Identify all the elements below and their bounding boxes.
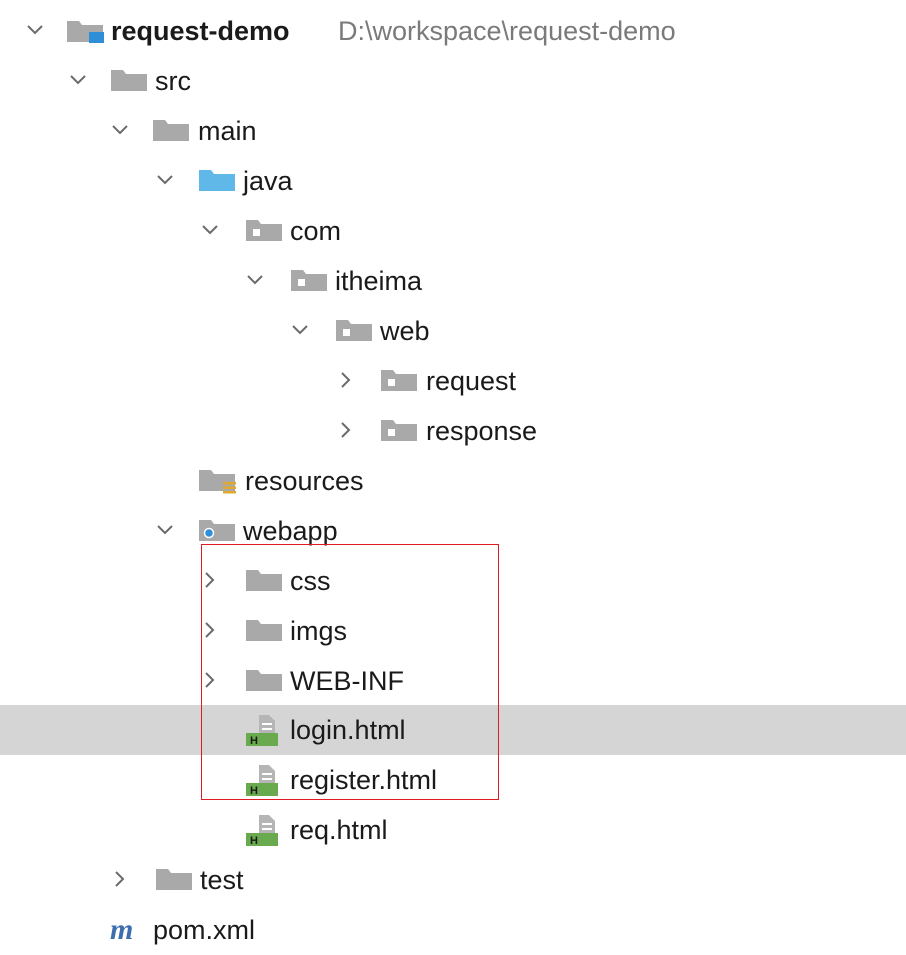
- html-file-icon: H: [245, 713, 278, 747]
- tree-row-test[interactable]: test: [0, 855, 906, 905]
- tree-row-resources[interactable]: resources: [0, 456, 906, 506]
- tree-label: src: [155, 66, 191, 96]
- tree-label: response: [426, 416, 538, 446]
- project-tree: request-demo D:\workspace\request-demo s…: [0, 0, 906, 949]
- chevron-down-icon[interactable]: [25, 20, 45, 40]
- svg-text:H: H: [250, 835, 258, 847]
- chevron-right-icon[interactable]: [200, 670, 220, 690]
- chevron-down-icon[interactable]: [200, 220, 220, 240]
- tree-label: com: [290, 216, 342, 246]
- tree-row-register-html[interactable]: H register.html: [0, 755, 906, 805]
- project-name: request-demo: [111, 16, 290, 46]
- folder-icon: [152, 118, 189, 142]
- chevron-right-icon[interactable]: [200, 620, 220, 640]
- tree-row-response[interactable]: response: [0, 406, 906, 456]
- tree-label: java: [243, 166, 293, 196]
- chevron-right-icon[interactable]: [200, 570, 220, 590]
- resources-folder-icon: [198, 468, 236, 494]
- tree-row-com[interactable]: com: [0, 206, 906, 256]
- tree-row-login-html[interactable]: H login.html: [0, 705, 906, 755]
- package-folder-icon: [245, 218, 282, 242]
- tree-label: imgs: [290, 616, 348, 646]
- tree-label: test: [200, 865, 244, 895]
- chevron-down-icon[interactable]: [68, 70, 88, 90]
- chevron-down-icon[interactable]: [110, 120, 130, 140]
- tree-label: css: [290, 566, 331, 596]
- folder-icon: [245, 568, 282, 592]
- tree-label: req.html: [290, 815, 388, 845]
- tree-label: register.html: [290, 765, 438, 795]
- package-folder-icon: [335, 318, 372, 342]
- module-folder-icon: [65, 18, 104, 43]
- chevron-down-icon[interactable]: [155, 520, 175, 540]
- tree-row-request[interactable]: request: [0, 356, 906, 406]
- chevron-right-icon[interactable]: [110, 869, 130, 889]
- tree-row-pom-xml[interactable]: m pom.xml: [0, 905, 906, 955]
- package-folder-icon: [380, 418, 417, 442]
- chevron-right-icon[interactable]: [336, 420, 356, 440]
- tree-label: pom.xml: [153, 915, 256, 945]
- folder-icon: [245, 668, 282, 692]
- project-path: D:\workspace\request-demo: [338, 16, 676, 46]
- tree-row-src[interactable]: src: [0, 56, 906, 106]
- tree-label: resources: [245, 466, 364, 496]
- tree-row-imgs[interactable]: imgs: [0, 606, 906, 656]
- folder-icon: [245, 618, 282, 642]
- tree-label: webapp: [243, 516, 338, 546]
- tree-label: itheima: [335, 266, 423, 296]
- package-folder-icon: [380, 368, 417, 392]
- tree-label: WEB-INF: [290, 666, 404, 696]
- maven-icon: m: [110, 913, 136, 945]
- tree-row-req-html[interactable]: H req.html: [0, 805, 906, 855]
- source-root-folder-icon: [198, 168, 235, 192]
- tree-row-project[interactable]: request-demo D:\workspace\request-demo: [0, 6, 906, 56]
- tree-label: web: [380, 316, 430, 346]
- tree-label: login.html: [290, 715, 406, 745]
- tree-label: request: [426, 366, 517, 396]
- tree-row-itheima[interactable]: itheima: [0, 256, 906, 306]
- tree-row-web-inf[interactable]: WEB-INF: [0, 656, 906, 706]
- tree-row-webapp[interactable]: webapp: [0, 506, 906, 556]
- web-folder-icon: [198, 518, 235, 542]
- tree-row-main[interactable]: main: [0, 106, 906, 156]
- package-folder-icon: [290, 268, 327, 292]
- svg-text:H: H: [250, 785, 258, 797]
- svg-text:m: m: [110, 913, 133, 945]
- chevron-right-icon[interactable]: [336, 370, 356, 390]
- html-file-icon: H: [245, 813, 278, 847]
- folder-icon: [110, 68, 147, 92]
- chevron-down-icon[interactable]: [155, 170, 175, 190]
- tree-row-css[interactable]: css: [0, 556, 906, 606]
- svg-text:H: H: [250, 735, 258, 747]
- tree-row-java[interactable]: java: [0, 156, 906, 206]
- tree-label: main: [198, 116, 257, 146]
- html-file-icon: H: [245, 763, 278, 797]
- chevron-down-icon[interactable]: [290, 320, 310, 340]
- folder-icon: [155, 867, 192, 891]
- tree-row-web[interactable]: web: [0, 306, 906, 356]
- chevron-down-icon[interactable]: [245, 270, 265, 290]
